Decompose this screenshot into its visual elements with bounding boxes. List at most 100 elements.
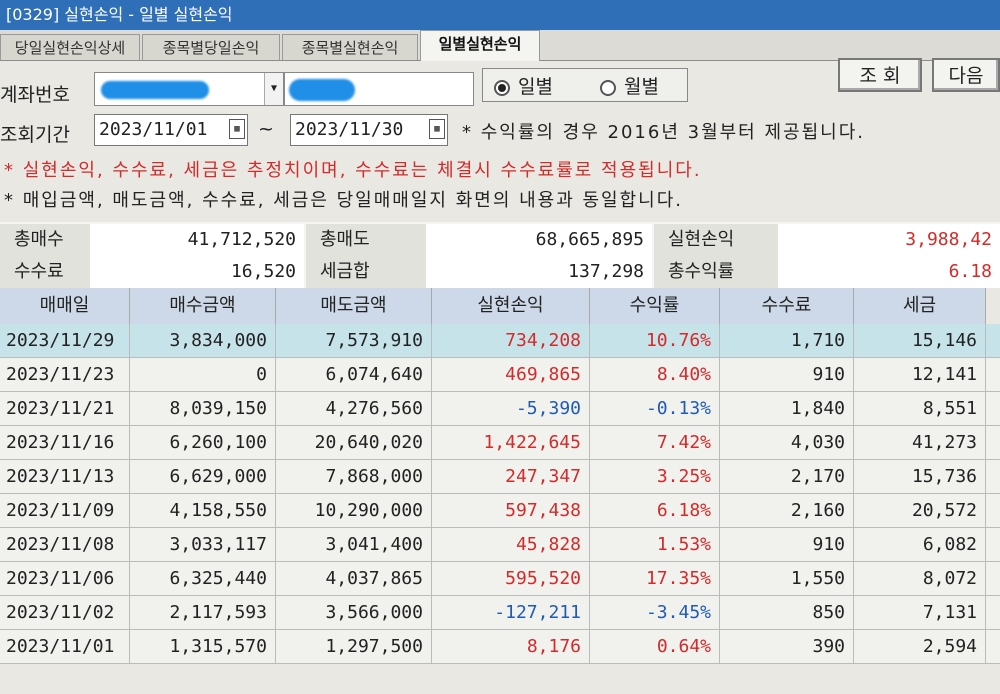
cell-realized-pnl: 8,176	[432, 630, 590, 664]
date-separator: ~	[258, 118, 274, 140]
column-header-realized-pnl[interactable]: 실현손익	[432, 288, 590, 324]
window-title: [0329] 실현손익 - 일별 실현손익	[6, 5, 233, 24]
cell-trade-date: 2023/11/02	[0, 596, 130, 630]
cell-realized-pnl: 597,438	[432, 494, 590, 528]
date-to-field[interactable]: 2023/11/30 ▦	[290, 114, 448, 146]
cell-buy-amount: 8,039,150	[130, 392, 276, 426]
cell-fee: 850	[720, 596, 854, 630]
cell-fee: 390	[720, 630, 854, 664]
cell-realized-pnl: 45,828	[432, 528, 590, 562]
table-row[interactable]: 2023/11/06 6,325,440 4,037,865 595,520 17.35…	[0, 562, 1000, 596]
same-as-journal-notice: * 매입금액, 매도금액, 수수료, 세금은 당일매매일지 화면의 내용과 동일…	[4, 190, 684, 211]
radio-monthly[interactable]: 월별	[600, 72, 659, 99]
column-header-yield[interactable]: 수익률	[590, 288, 720, 324]
window-title-bar: [0329] 실현손익 - 일별 실현손익	[0, 0, 1000, 30]
redacted-name	[289, 79, 355, 101]
cell-yield: 7.42%	[590, 426, 720, 460]
cell-tax: 20,572	[854, 494, 986, 528]
total-yield-label: 총수익률	[654, 256, 778, 288]
calendar-icon[interactable]: ▦	[229, 119, 245, 139]
cell-yield: 17.35%	[590, 562, 720, 596]
calendar-icon[interactable]: ▦	[429, 119, 445, 139]
total-buy-value: 41,712,520	[90, 224, 304, 256]
fee-value: 16,520	[90, 256, 304, 288]
cell-tax: 41,273	[854, 426, 986, 460]
cell-yield: 1.53%	[590, 528, 720, 562]
account-label: 계좌번호	[0, 84, 70, 106]
cell-trade-date: 2023/11/08	[0, 528, 130, 562]
cell-trade-date: 2023/11/23	[0, 358, 130, 392]
account-number-select[interactable]: ▼	[94, 72, 284, 106]
cell-yield: -3.45%	[590, 596, 720, 630]
cell-realized-pnl: -5,390	[432, 392, 590, 426]
cell-tax: 8,072	[854, 562, 986, 596]
table-row[interactable]: 2023/11/09 4,158,550 10,290,000 597,438 6.18…	[0, 494, 1000, 528]
cell-trade-date: 2023/11/06	[0, 562, 130, 596]
tab-stock-daily-pnl[interactable]: 종목별당일손익	[142, 34, 280, 60]
cell-realized-pnl: 595,520	[432, 562, 590, 596]
tax-total-value: 137,298	[426, 256, 652, 288]
cell-realized-pnl: 734,208	[432, 324, 590, 358]
column-header-tax[interactable]: 세금	[854, 288, 986, 324]
table-row[interactable]: 2023/11/29 3,834,000 7,573,910 734,208 10.76…	[0, 324, 1000, 358]
cell-buy-amount: 2,117,593	[130, 596, 276, 630]
cell-tax: 8,551	[854, 392, 986, 426]
cell-sell-amount: 3,041,400	[276, 528, 432, 562]
total-sell-value: 68,665,895	[426, 224, 652, 256]
cell-trade-date: 2023/11/21	[0, 392, 130, 426]
cell-sell-amount: 7,868,000	[276, 460, 432, 494]
cell-buy-amount: 0	[130, 358, 276, 392]
table-row[interactable]: 2023/11/23 0 6,074,640 469,865 8.40% 910 12,14…	[0, 358, 1000, 392]
cell-yield: -0.13%	[590, 392, 720, 426]
cell-buy-amount: 6,325,440	[130, 562, 276, 596]
cell-buy-amount: 6,629,000	[130, 460, 276, 494]
table-row[interactable]: 2023/11/02 2,117,593 3,566,000 -127,211 -3.4…	[0, 596, 1000, 630]
cell-trade-date: 2023/11/13	[0, 460, 130, 494]
date-from-field[interactable]: 2023/11/01 ▦	[94, 114, 248, 146]
table-row[interactable]: 2023/11/08 3,033,117 3,041,400 45,828 1.53% 9…	[0, 528, 1000, 562]
table-row[interactable]: 2023/11/01 1,315,570 1,297,500 8,176 0.64% 39…	[0, 630, 1000, 664]
cell-buy-amount: 3,033,117	[130, 528, 276, 562]
column-header-trade-date[interactable]: 매매일	[0, 288, 130, 324]
cell-tax: 15,736	[854, 460, 986, 494]
cell-yield: 8.40%	[590, 358, 720, 392]
cell-sell-amount: 20,640,020	[276, 426, 432, 460]
summary-panel: 총매수 41,712,520 총매도 68,665,895 실현손익 3,988…	[0, 222, 1000, 288]
cell-buy-amount: 1,315,570	[130, 630, 276, 664]
cell-trade-date: 2023/11/29	[0, 324, 130, 358]
cell-sell-amount: 6,074,640	[276, 358, 432, 392]
total-sell-label: 총매도	[306, 224, 426, 256]
cell-fee: 1,840	[720, 392, 854, 426]
cell-yield: 6.18%	[590, 494, 720, 528]
cell-buy-amount: 4,158,550	[130, 494, 276, 528]
cell-fee: 910	[720, 358, 854, 392]
column-header-sell-amount[interactable]: 매도금액	[276, 288, 432, 324]
table-row[interactable]: 2023/11/13 6,629,000 7,868,000 247,347 3.25%…	[0, 460, 1000, 494]
period-label: 조회기간	[0, 124, 70, 146]
tab-daily-realized-pnl[interactable]: 일별실현손익	[420, 30, 540, 61]
column-header-buy-amount[interactable]: 매수금액	[130, 288, 276, 324]
cell-sell-amount: 1,297,500	[276, 630, 432, 664]
cell-buy-amount: 6,260,100	[130, 426, 276, 460]
chevron-down-icon[interactable]: ▼	[264, 73, 283, 105]
table-row[interactable]: 2023/11/16 6,260,100 20,640,020 1,422,645 7.…	[0, 426, 1000, 460]
next-button[interactable]: 다음	[932, 58, 1000, 92]
tab-bar: 당일실현손익상세 종목별당일손익 종목별실현손익 일별실현손익	[0, 30, 1000, 61]
cell-sell-amount: 7,573,910	[276, 324, 432, 358]
radio-daily[interactable]: 일별	[494, 72, 553, 99]
search-button[interactable]: 조 회	[838, 58, 922, 92]
fee-label: 수수료	[0, 256, 90, 288]
total-buy-label: 총매수	[0, 224, 90, 256]
account-name-field	[284, 72, 474, 106]
cell-tax: 15,146	[854, 324, 986, 358]
table-row[interactable]: 2023/11/21 8,039,150 4,276,560 -5,390 -0.13%…	[0, 392, 1000, 426]
cell-realized-pnl: 1,422,645	[432, 426, 590, 460]
tab-stock-realized-pnl[interactable]: 종목별실현손익	[282, 34, 418, 60]
column-header-fee[interactable]: 수수료	[720, 288, 854, 324]
total-yield-value: 6.18	[778, 256, 1000, 288]
cell-buy-amount: 3,834,000	[130, 324, 276, 358]
radio-unselected-icon	[600, 79, 616, 96]
cell-realized-pnl: 247,347	[432, 460, 590, 494]
cell-realized-pnl: 469,865	[432, 358, 590, 392]
tab-daily-realized-detail[interactable]: 당일실현손익상세	[0, 34, 140, 60]
